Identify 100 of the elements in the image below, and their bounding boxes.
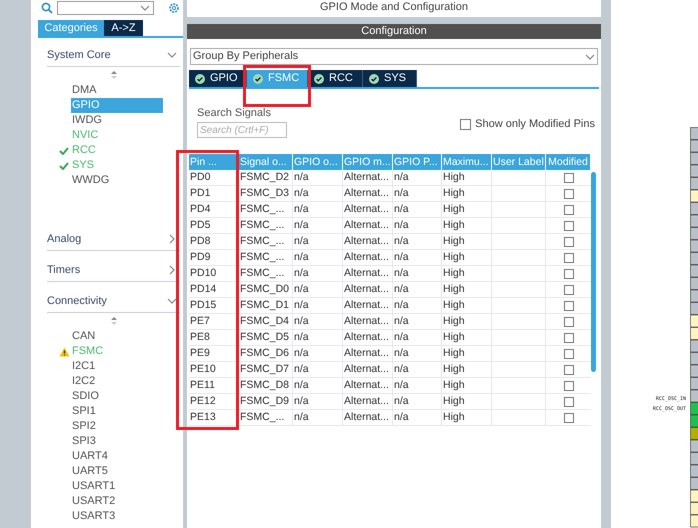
checkbox[interactable] bbox=[564, 188, 574, 198]
table-cell: n/a bbox=[293, 218, 343, 233]
table-cell: n/a bbox=[393, 266, 442, 281]
table-cell: High bbox=[442, 378, 492, 393]
table-cell: High bbox=[442, 282, 492, 297]
table-cell: PD8 bbox=[189, 234, 239, 249]
sidebar-item[interactable]: SPI3 bbox=[71, 434, 163, 449]
sidebar-item[interactable]: UART5 bbox=[71, 464, 163, 479]
checkbox[interactable] bbox=[564, 284, 574, 294]
sidebar-item[interactable]: USART2 bbox=[71, 494, 163, 509]
table-cell: n/a bbox=[393, 170, 442, 185]
section-title: Analog bbox=[47, 232, 82, 247]
section-header[interactable]: Analog bbox=[47, 228, 180, 251]
sidebar-item[interactable]: DMA bbox=[71, 83, 163, 98]
table-cell: High bbox=[442, 170, 492, 185]
table-cell: n/a bbox=[293, 346, 343, 361]
table-cell: Alternat... bbox=[343, 282, 393, 297]
table-cell: Alternat... bbox=[343, 170, 393, 185]
sidebar-item[interactable]: WWDG bbox=[71, 173, 163, 188]
table-cell: PD4 bbox=[189, 202, 239, 217]
table-cell: Alternat... bbox=[343, 410, 393, 425]
table-cell: n/a bbox=[293, 378, 343, 393]
checkbox[interactable] bbox=[564, 172, 574, 182]
table-cell: n/a bbox=[293, 202, 343, 217]
peripheral-tab[interactable]: GPIO bbox=[189, 70, 247, 87]
table-cell: n/a bbox=[393, 394, 442, 409]
sidebar-item[interactable]: UART4 bbox=[71, 449, 163, 464]
checkbox[interactable] bbox=[564, 300, 574, 310]
section-title: System Core bbox=[47, 48, 111, 63]
checkbox[interactable] bbox=[564, 220, 574, 230]
table-cell: High bbox=[442, 218, 492, 233]
chevron-down-icon bbox=[167, 50, 177, 60]
section-title: Timers bbox=[47, 262, 80, 278]
table-cell: Alternat... bbox=[343, 202, 393, 217]
peripheral-tab[interactable]: RCC bbox=[308, 70, 363, 87]
table-cell: PD10 bbox=[189, 266, 239, 281]
table-cell: FSMC_... bbox=[239, 250, 293, 265]
checkbox[interactable] bbox=[564, 316, 574, 326]
checkbox[interactable] bbox=[564, 396, 574, 406]
table-cell: n/a bbox=[293, 330, 343, 345]
search-icon[interactable] bbox=[41, 2, 53, 14]
section-header[interactable]: Timers bbox=[47, 259, 180, 282]
table-cell: High bbox=[442, 234, 492, 249]
sidebar-item[interactable]: SPI1 bbox=[71, 404, 163, 419]
sidebar-item[interactable]: I2C1 bbox=[71, 359, 163, 374]
search-dropdown[interactable] bbox=[57, 1, 154, 15]
sidebar-item[interactable]: USART1 bbox=[71, 479, 163, 494]
checkbox[interactable] bbox=[564, 332, 574, 342]
sidebar-item[interactable]: USART3 bbox=[71, 509, 163, 524]
table-cell: FSMC_D6 bbox=[239, 346, 293, 361]
checkbox[interactable] bbox=[564, 380, 574, 390]
table-cell: PD14 bbox=[189, 282, 239, 297]
table-cell: n/a bbox=[293, 394, 343, 409]
table-cell: PD15 bbox=[189, 298, 239, 313]
checkbox[interactable] bbox=[564, 252, 574, 262]
table-cell: Alternat... bbox=[343, 250, 393, 265]
checkbox[interactable] bbox=[564, 348, 574, 358]
table-cell: n/a bbox=[293, 314, 343, 329]
chevron-right-icon bbox=[167, 234, 177, 244]
table-cell: High bbox=[442, 394, 492, 409]
table-cell: n/a bbox=[393, 330, 442, 345]
checkbox[interactable] bbox=[564, 204, 574, 214]
highlight-frame bbox=[243, 65, 311, 107]
table-cell: PE10 bbox=[189, 362, 239, 377]
checkbox[interactable] bbox=[564, 412, 574, 422]
table-cell: FSMC_... bbox=[239, 218, 293, 233]
search-field[interactable]: Search (Crtl+F) bbox=[197, 122, 287, 138]
sidebar-item[interactable]: SDIO bbox=[71, 389, 163, 404]
checkbox-label: Show only Modified Pins bbox=[475, 116, 595, 132]
table-cell: n/a bbox=[293, 282, 343, 297]
settings-icon[interactable] bbox=[168, 2, 180, 14]
group-by-dropdown[interactable]: Group By Peripherals bbox=[190, 48, 598, 65]
table-cell: High bbox=[442, 346, 492, 361]
check-circle-icon bbox=[369, 74, 379, 84]
table-cell: n/a bbox=[393, 234, 442, 249]
table-cell: n/a bbox=[393, 314, 442, 329]
checkbox[interactable] bbox=[564, 268, 574, 278]
checkbox[interactable] bbox=[460, 118, 472, 130]
section-title: Connectivity bbox=[47, 294, 107, 309]
table-cell: FSMC_D2 bbox=[239, 170, 293, 185]
section-header[interactable]: Connectivity bbox=[47, 290, 180, 313]
sidebar-item[interactable]: CAN bbox=[71, 329, 163, 344]
sidebar-item[interactable]: SPI2 bbox=[71, 419, 163, 434]
sort-arrows-icon bbox=[110, 317, 116, 325]
table-cell: PE7 bbox=[189, 314, 239, 329]
table-cell: n/a bbox=[393, 282, 442, 297]
table-cell: FSMC_D5 bbox=[239, 330, 293, 345]
check-circle-icon bbox=[314, 74, 324, 84]
category-tab[interactable]: A->Z bbox=[104, 20, 143, 36]
table-cell: PE13 bbox=[189, 410, 239, 425]
peripheral-tab[interactable]: SYS bbox=[363, 70, 417, 87]
search-label: Search Signals bbox=[197, 107, 272, 120]
section-header[interactable]: System Core bbox=[47, 44, 180, 67]
sidebar-item[interactable]: I2C2 bbox=[71, 374, 163, 389]
table-cell: FSMC_D4 bbox=[239, 314, 293, 329]
checkbox[interactable] bbox=[564, 236, 574, 246]
sidebar-item[interactable]: IWDG bbox=[71, 113, 163, 128]
scrollbar[interactable] bbox=[591, 172, 596, 372]
table-cell: Alternat... bbox=[343, 218, 393, 233]
checkbox[interactable] bbox=[564, 364, 574, 374]
